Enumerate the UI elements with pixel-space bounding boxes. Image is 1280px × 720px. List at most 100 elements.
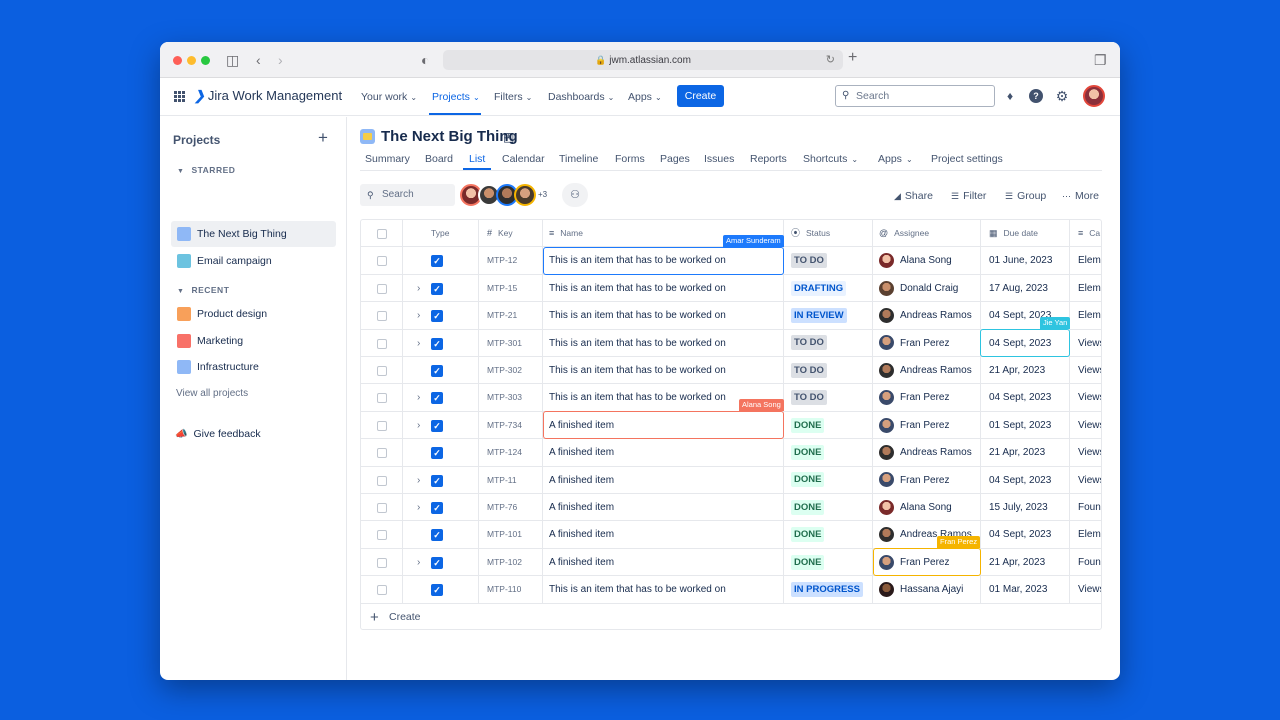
nav-filters[interactable]: Filters ⌄ [494,91,532,103]
name-cell[interactable]: This is an item that has to be worked on [543,274,784,302]
status-cell[interactable]: DONE [784,548,873,576]
status-cell[interactable]: DONE [784,411,873,439]
tab-calendar[interactable]: Calendar [502,153,545,165]
assignee-cell[interactable]: Fran Perez [873,384,981,411]
status-cell[interactable]: DONE [784,439,873,466]
row-checkbox[interactable] [377,530,387,541]
tab-timeline[interactable]: Timeline [559,153,598,165]
help-icon[interactable]: ? [1029,89,1043,103]
header-key[interactable]: # Key [479,220,543,247]
maximize-window-button[interactable] [201,56,210,65]
tab-issues[interactable]: Issues [704,153,734,165]
category-cell[interactable]: Views [1070,330,1101,356]
row-checkbox[interactable] [377,585,387,596]
name-cell[interactable]: A finished item [543,411,784,439]
table-row[interactable]: › ✓ MTP-303 This is an item that has to be … [361,384,1101,412]
tab-list[interactable]: List [469,153,485,165]
due-date-cell[interactable]: 01 Mar, 2023 [981,576,1070,603]
key-cell[interactable]: MTP-15 [479,274,543,302]
tab-reports[interactable]: Reports [750,153,787,165]
due-date-cell[interactable]: 04 Sept, 2023 [981,384,1070,411]
expand-chevron-icon[interactable]: › [417,467,420,493]
product-logo[interactable]: ❯ Jira Work Management [194,88,342,104]
view-all-projects-link[interactable]: View all projects [176,388,248,399]
header-type[interactable]: Type [403,220,479,247]
key-cell[interactable]: MTP-11 [479,466,543,493]
header-category[interactable]: ≡ Ca [1070,220,1101,246]
tabs-overview-icon[interactable]: ❐ [1094,51,1107,69]
name-cell[interactable]: This is an item that has to be worked on [543,247,784,274]
sidebar-item-the-next-big-thing[interactable]: The Next Big Thing [171,221,336,247]
row-checkbox[interactable] [377,283,387,294]
nav-apps[interactable]: Apps ⌄ [628,91,662,103]
due-date-cell[interactable]: 04 Sept, 2023 [981,521,1070,548]
avatar[interactable] [514,184,536,206]
assignee-cell[interactable]: Fran Perez [873,548,981,576]
assignee-cell[interactable]: Fran Perez [873,329,981,356]
add-project-icon[interactable]: + [318,128,328,148]
tab-shortcuts[interactable]: Shortcuts ⌄ [803,153,858,165]
back-icon[interactable]: ‹ [256,51,261,69]
table-row[interactable]: › ✓ MTP-11 A finished item DONE Fran Perez 04 … [361,466,1101,494]
assignee-cell[interactable]: Andreas Ramos [873,302,981,329]
key-cell[interactable]: MTP-12 [479,247,543,274]
category-cell[interactable]: Views [1070,467,1101,493]
sidebar-item-product-design[interactable]: Product design [171,301,336,327]
status-cell[interactable]: TO DO [784,247,873,274]
assignee-cell[interactable]: Andreas Ramos [873,439,981,466]
assignee-cell[interactable]: Alana Song [873,247,981,274]
expand-chevron-icon[interactable]: › [417,302,420,328]
category-cell[interactable]: Found [1070,549,1101,575]
table-row[interactable]: ✓ MTP-302 This is an item that has to be w… [361,357,1101,385]
create-item-row[interactable]: + Create [361,604,1101,629]
status-cell[interactable]: IN REVIEW [784,302,873,329]
table-row[interactable]: › ✓ MTP-15 This is an item that has to be w… [361,274,1101,303]
add-people-icon[interactable]: ⚇ [562,183,588,207]
category-cell[interactable]: Eleme [1070,302,1101,328]
due-date-cell[interactable]: 15 July, 2023 [981,494,1070,521]
table-row[interactable]: ✓ MTP-12 This is an item that has to be wo… [361,247,1101,275]
starred-section-header[interactable]: ▼ STARRED [177,165,235,175]
status-cell[interactable]: TO DO [784,384,873,411]
notifications-icon[interactable]: ♦ [1003,89,1017,103]
row-checkbox[interactable] [377,311,387,322]
due-date-cell[interactable]: 21 Apr, 2023 [981,548,1070,576]
table-row[interactable]: › ✓ MTP-76 A finished item DONE Alana Song 15 … [361,494,1101,522]
category-cell[interactable]: Views [1070,412,1101,438]
tab-forms[interactable]: Forms [615,153,645,165]
give-feedback-link[interactable]: 📣 Give feedback [175,428,261,440]
name-cell[interactable]: This is an item that has to be worked on [543,302,784,329]
minimize-window-button[interactable] [187,56,196,65]
sidebar-item-email-campaign[interactable]: Email campaign [171,248,336,274]
table-row[interactable]: › ✓ MTP-301 This is an item that has to be … [361,329,1101,357]
table-row[interactable]: ✓ MTP-101 A finished item DONE Andreas Ramos… [361,521,1101,549]
expand-chevron-icon[interactable]: › [417,549,420,575]
header-status[interactable]: ⦿ Status [784,220,873,247]
expand-chevron-icon[interactable]: › [417,412,420,438]
tab-summary[interactable]: Summary [365,153,410,165]
category-cell[interactable]: Eleme [1070,521,1101,547]
sidebar-toggle-icon[interactable]: ◫ [226,51,239,69]
reload-icon[interactable]: ↻ [826,50,835,70]
user-avatar[interactable] [1083,85,1105,107]
row-checkbox[interactable] [377,557,387,568]
new-tab-icon[interactable]: + [848,49,857,67]
expand-chevron-icon[interactable]: › [417,275,420,301]
share-button[interactable]: ◢ Share [894,190,933,202]
nav-dashboards[interactable]: Dashboards ⌄ [548,91,614,103]
header-assignee[interactable]: @ Assignee [873,220,981,247]
due-date-cell[interactable]: 17 Aug, 2023 [981,274,1070,302]
key-cell[interactable]: MTP-110 [479,576,543,603]
row-checkbox[interactable] [377,420,387,431]
key-cell[interactable]: MTP-734 [479,411,543,439]
table-row[interactable]: › ✓ MTP-734 A finished item DONE Fran Perez 01… [361,411,1101,440]
assignee-cell[interactable]: Donald Craig [873,274,981,302]
category-cell[interactable]: Found [1070,494,1101,520]
name-cell[interactable]: This is an item that has to be worked on [543,329,784,356]
forward-icon[interactable]: › [278,51,283,69]
name-cell[interactable]: A finished item [543,466,784,493]
key-cell[interactable]: MTP-102 [479,548,543,576]
key-cell[interactable]: MTP-76 [479,494,543,521]
status-cell[interactable]: DONE [784,521,873,548]
due-date-cell[interactable]: 04 Sept, 2023 [981,329,1070,356]
